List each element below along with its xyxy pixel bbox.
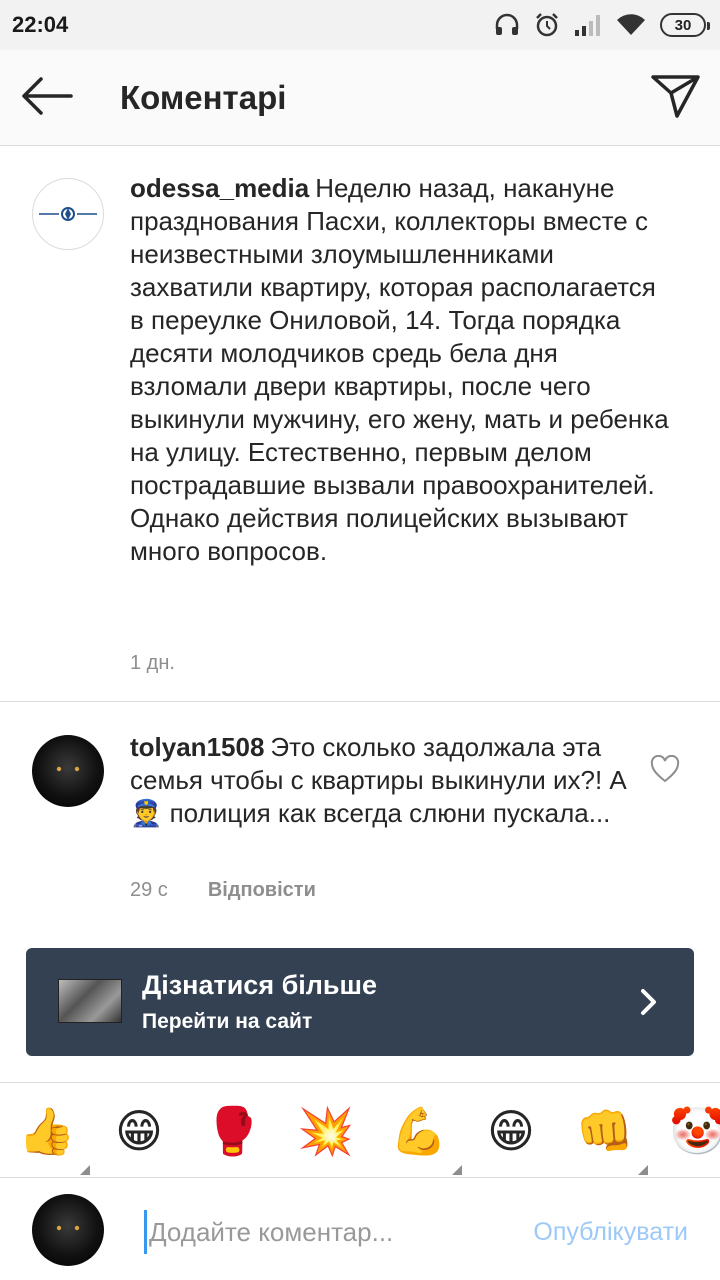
comment-text: tolyan1508 Это сколько задолжала эта семь…: [130, 731, 630, 830]
flexed-biceps-emoji[interactable]: 💪: [390, 1103, 462, 1175]
variants-indicator-icon: [638, 1165, 648, 1175]
cta-title: Дізнатися більше: [142, 970, 378, 1000]
wifi-icon: [616, 13, 646, 37]
caption-text: odessa_media Неделю назад, накануне празд…: [130, 172, 670, 568]
chevron-right-icon: [640, 988, 658, 1021]
comment-input[interactable]: [144, 1210, 484, 1254]
grinning-face-emoji[interactable]: 😁: [111, 1103, 167, 1159]
back-button[interactable]: [14, 72, 80, 124]
battery-icon: 30: [660, 13, 710, 37]
post-caption: odessa_media Неделю назад, накануне празд…: [0, 148, 720, 702]
clown-face-emoji[interactable]: 🤡: [669, 1103, 720, 1159]
cta-subtitle: Перейти на сайт: [142, 1010, 313, 1033]
alarm-icon: [534, 12, 560, 38]
page-title: Коментарі: [120, 79, 287, 116]
like-button[interactable]: [650, 754, 680, 783]
comment-input-bar: Опублікувати: [0, 1180, 720, 1280]
paper-plane-icon: [651, 73, 701, 124]
thumbs-up-emoji[interactable]: 👍: [18, 1103, 90, 1175]
grinning-face-2-emoji[interactable]: 😁: [483, 1103, 539, 1159]
comment-item: tolyan1508 Это сколько задолжала эта семь…: [0, 703, 720, 933]
avatar: [32, 1194, 104, 1266]
share-direct-button[interactable]: [646, 70, 706, 126]
emoji-quick-bar: 👍 😁 🥊 💥 💪 😁 👊 🤡: [0, 1082, 720, 1178]
collision-emoji[interactable]: 💥: [297, 1103, 354, 1159]
variants-indicator-icon: [452, 1165, 462, 1175]
cta-thumbnail: [58, 979, 122, 1023]
publish-button[interactable]: Опублікувати: [533, 1218, 688, 1247]
signal-icon: [574, 13, 602, 37]
back-arrow-icon: [21, 76, 73, 121]
status-bar: 22:04 30: [0, 0, 720, 50]
comment-username[interactable]: tolyan1508: [130, 732, 264, 762]
comment-timestamp: 29 с: [130, 879, 168, 901]
comment-meta: 29 с Відповісти: [130, 879, 316, 902]
odessa-media-logo-icon: [39, 207, 97, 221]
caption-timestamp: 1 дн.: [130, 652, 175, 674]
caption-body: Неделю назад, накануне празднования Пасх…: [130, 173, 669, 566]
reply-button[interactable]: Відповісти: [208, 879, 316, 902]
avatar[interactable]: [32, 178, 104, 250]
panther-avatar-icon: [56, 1225, 80, 1231]
avatar[interactable]: [32, 735, 104, 807]
heart-icon: [650, 754, 680, 783]
caption-meta: 1 дн.: [130, 652, 175, 675]
status-icons: 30: [494, 10, 710, 40]
variants-indicator-icon: [80, 1165, 90, 1175]
panther-avatar-icon: [56, 766, 80, 772]
caption-username[interactable]: odessa_media: [130, 173, 309, 203]
boxing-glove-emoji[interactable]: 🥊: [204, 1103, 261, 1159]
learn-more-banner[interactable]: Дізнатися більше Перейти на сайт: [26, 948, 694, 1056]
oncoming-fist-emoji[interactable]: 👊: [576, 1103, 648, 1175]
status-time: 22:04: [12, 12, 69, 37]
app-header: Коментарі: [0, 50, 720, 146]
headphones-icon: [494, 13, 520, 37]
